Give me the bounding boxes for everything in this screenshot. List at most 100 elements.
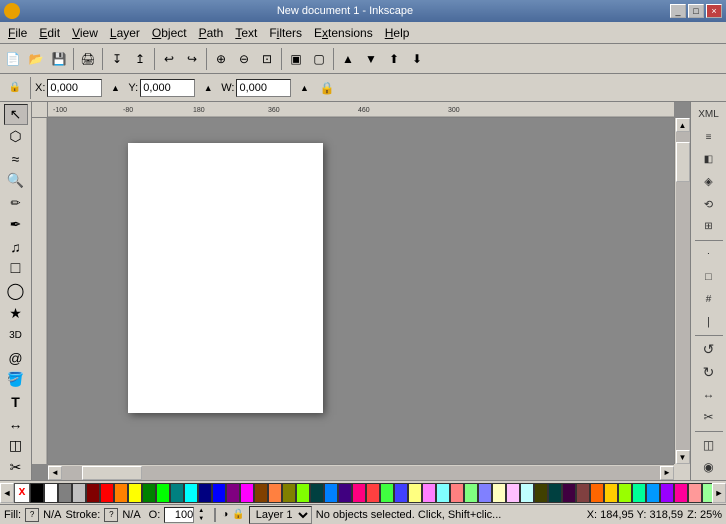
zoom-fit-button[interactable]: ⊡ (256, 48, 278, 70)
color-swatch[interactable] (548, 483, 562, 503)
color-swatch[interactable] (394, 483, 408, 503)
color-swatch[interactable] (72, 483, 86, 503)
color-swatch[interactable] (240, 483, 254, 503)
color-swatch[interactable] (702, 483, 712, 503)
calligraphy-tool-button[interactable]: ♫ (4, 236, 28, 257)
close-button[interactable]: × (706, 4, 722, 18)
y-spinner-up[interactable]: ▲ (197, 77, 219, 99)
color-swatch[interactable] (590, 483, 604, 503)
ellipse-tool-button[interactable]: ◯ (4, 280, 28, 302)
snap-nodes-button[interactable]: ⋅ (695, 244, 723, 265)
tweak-tool-button[interactable]: ≈ (4, 148, 28, 169)
maximize-button[interactable]: □ (688, 4, 704, 18)
connector-tool-button[interactable]: ↔ (4, 413, 28, 434)
color-swatch[interactable] (128, 483, 142, 503)
selector-tool-button[interactable]: ↖ (4, 104, 28, 125)
menu-filters[interactable]: Filters (263, 24, 308, 42)
snap-grids-button[interactable]: # (695, 289, 723, 310)
save-button[interactable]: 💾 (48, 48, 70, 70)
x-spinner-up[interactable]: ▲ (104, 77, 126, 99)
lower-button[interactable]: ▼ (360, 48, 382, 70)
menu-path[interactable]: Path (193, 24, 230, 42)
xml-editor-button[interactable]: XML (695, 104, 723, 125)
color-swatch[interactable] (632, 483, 646, 503)
color-swatch[interactable] (646, 483, 660, 503)
raise-button[interactable]: ▲ (337, 48, 359, 70)
color-swatch[interactable] (198, 483, 212, 503)
transparent-swatch[interactable]: X (14, 483, 30, 503)
color-swatch[interactable] (352, 483, 366, 503)
star-tool-button[interactable]: ★ (4, 303, 28, 324)
zoom-out-button[interactable]: ⊖ (233, 48, 255, 70)
color-swatch[interactable] (142, 483, 156, 503)
color-swatch[interactable] (310, 483, 324, 503)
gradient-editor-button[interactable]: ◫ (695, 434, 723, 455)
hscroll-left-button[interactable]: ◄ (48, 466, 62, 480)
node-tool-button[interactable]: ⬡ (4, 126, 28, 147)
pencil-tool-button[interactable]: ✏ (4, 192, 28, 213)
redo-button[interactable]: ↪ (181, 48, 203, 70)
color-swatch[interactable] (226, 483, 240, 503)
lower-bottom-button[interactable]: ⬇ (406, 48, 428, 70)
import-button[interactable]: ↧ (106, 48, 128, 70)
export-button[interactable]: ↥ (129, 48, 151, 70)
3dbox-tool-button[interactable]: 3D (4, 325, 28, 346)
pen-tool-button[interactable]: ✒ (4, 214, 28, 235)
document-canvas[interactable] (48, 118, 674, 464)
open-button[interactable]: 📂 (25, 48, 47, 70)
opacity-spin-button[interactable]: ▲ ▼ (198, 507, 208, 523)
color-swatch[interactable] (114, 483, 128, 503)
color-swatch[interactable] (478, 483, 492, 503)
hscroll-right-button[interactable]: ► (660, 466, 674, 480)
color-swatch[interactable] (562, 483, 576, 503)
text-tool-button[interactable]: T (4, 391, 28, 412)
color-swatch[interactable] (170, 483, 184, 503)
w-input[interactable] (236, 79, 291, 97)
undo-button[interactable]: ↩ (158, 48, 180, 70)
layer-select[interactable]: Layer 1 (249, 506, 312, 524)
color-swatch[interactable] (324, 483, 338, 503)
snap-guide-button[interactable]: | (695, 311, 723, 332)
ungroup-button[interactable]: ▢ (308, 48, 330, 70)
menu-file[interactable]: File (2, 24, 33, 42)
print-button[interactable]: 🖨 (77, 48, 99, 70)
color-swatch[interactable] (338, 483, 352, 503)
color-swatch[interactable] (58, 483, 72, 503)
paint-bucket-button[interactable]: 🪣 (4, 369, 28, 390)
color-swatch[interactable] (506, 483, 520, 503)
dropper-rt-button[interactable]: ◉ (695, 457, 723, 478)
rect-tool-button[interactable]: □ (4, 258, 28, 279)
palette-left-button[interactable]: ◄ (0, 483, 14, 503)
group-button[interactable]: ▣ (285, 48, 307, 70)
menu-view[interactable]: View (66, 24, 104, 42)
opacity-input[interactable] (164, 507, 194, 523)
color-swatch[interactable] (674, 483, 688, 503)
color-swatch[interactable] (380, 483, 394, 503)
canvas-area[interactable]: -100 -80 180 360 460 300 ▲ ▼ (32, 102, 690, 480)
rotate-ccw-button[interactable]: ↺ (695, 339, 723, 360)
color-swatch[interactable] (576, 483, 590, 503)
vscroll-down-button[interactable]: ▼ (676, 450, 690, 464)
hscroll-thumb[interactable] (82, 466, 142, 480)
menu-help[interactable]: Help (379, 24, 416, 42)
color-swatch[interactable] (212, 483, 226, 503)
raise-top-button[interactable]: ⬆ (383, 48, 405, 70)
color-swatch[interactable] (156, 483, 170, 503)
color-swatch[interactable] (282, 483, 296, 503)
x-input[interactable] (47, 79, 102, 97)
color-swatch[interactable] (268, 483, 282, 503)
color-swatch[interactable] (436, 483, 450, 503)
color-swatch[interactable] (408, 483, 422, 503)
color-swatch[interactable] (100, 483, 114, 503)
menu-extensions[interactable]: Extensions (308, 24, 379, 42)
minimize-button[interactable]: _ (670, 4, 686, 18)
color-swatch[interactable] (44, 483, 58, 503)
color-swatch[interactable] (688, 483, 702, 503)
color-swatch[interactable] (86, 483, 100, 503)
color-swatch[interactable] (520, 483, 534, 503)
menu-layer[interactable]: Layer (104, 24, 146, 42)
menu-text[interactable]: Text (229, 24, 263, 42)
menu-edit[interactable]: Edit (33, 24, 66, 42)
color-swatch[interactable] (450, 483, 464, 503)
zoom-in-button[interactable]: ⊕ (210, 48, 232, 70)
